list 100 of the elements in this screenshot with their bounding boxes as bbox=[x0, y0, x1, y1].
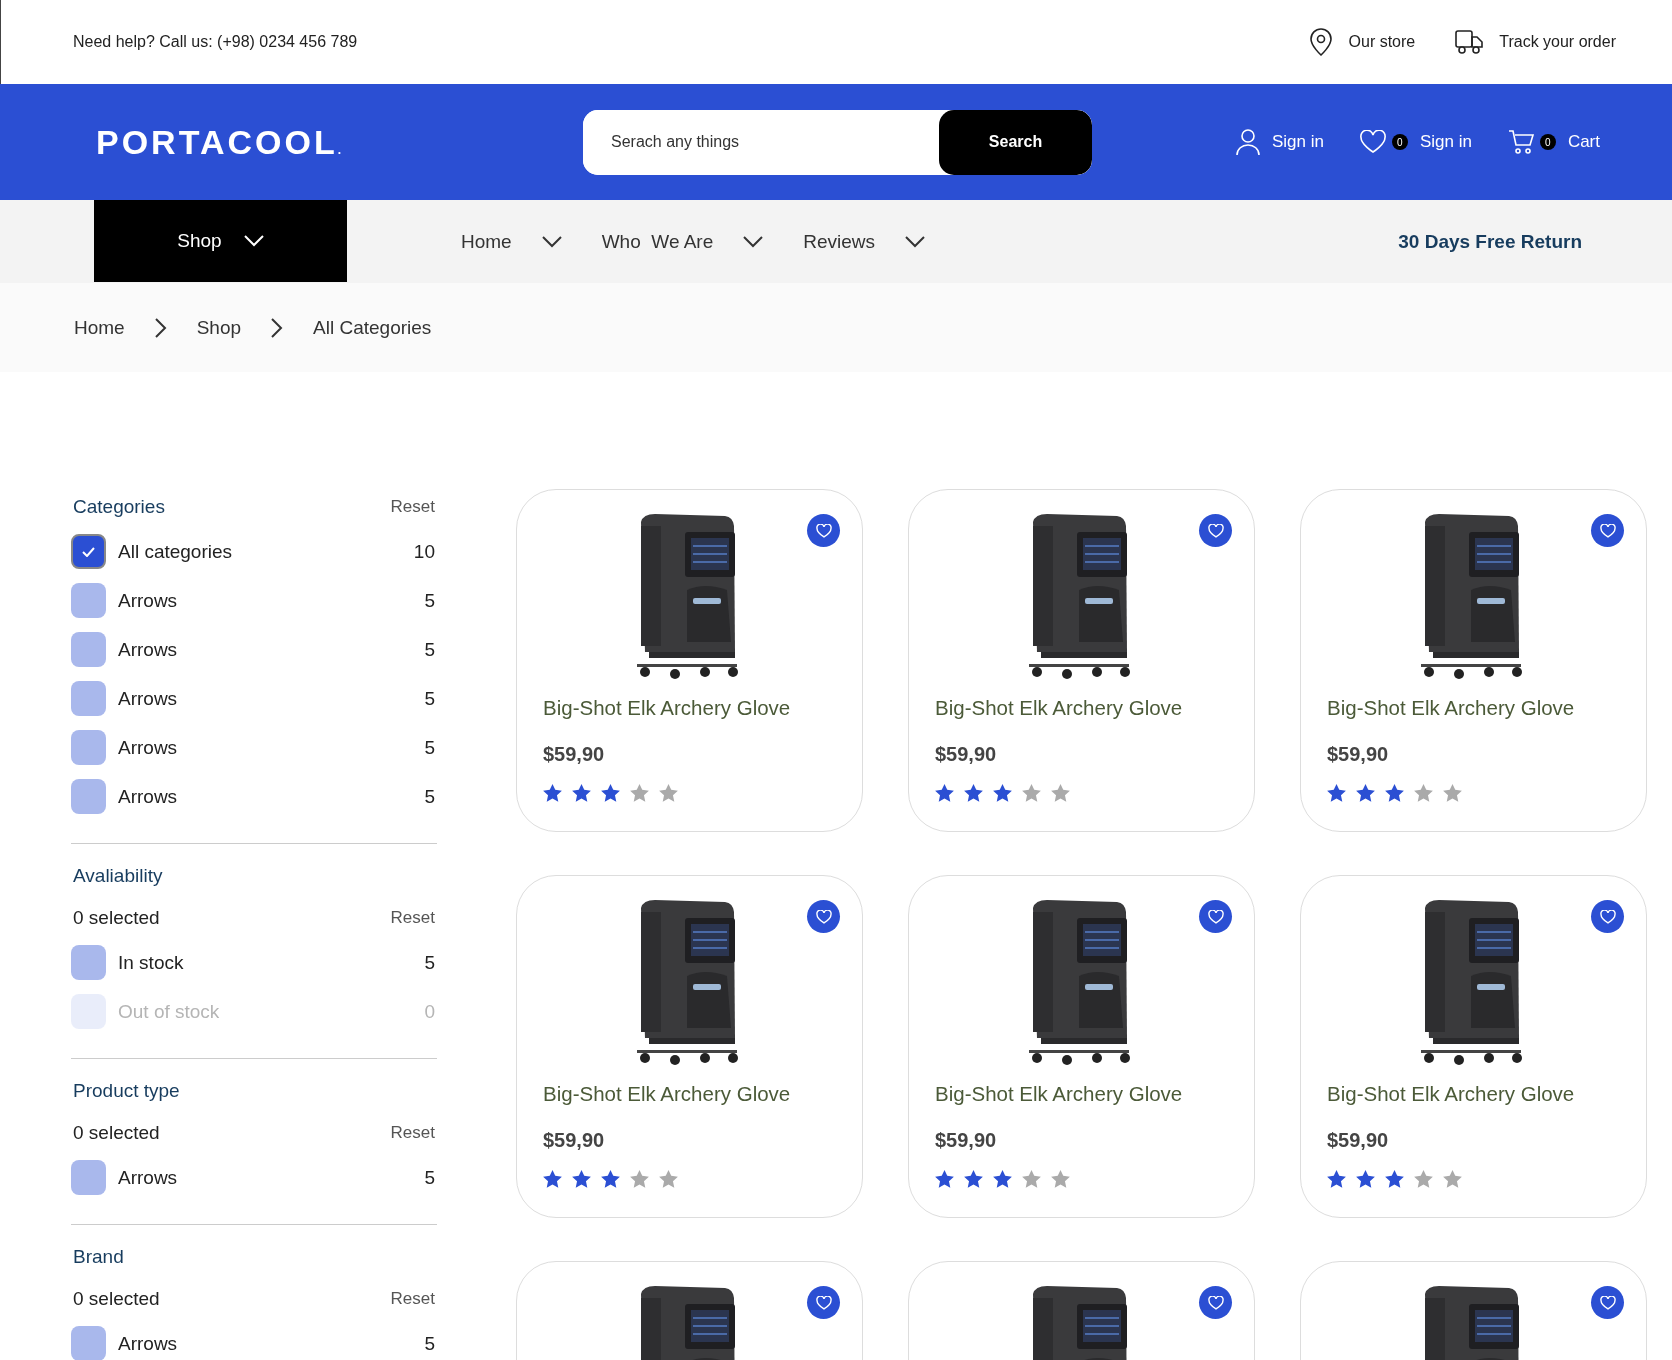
filter-option-label: Arrows bbox=[118, 687, 179, 710]
heart-icon bbox=[815, 1295, 832, 1310]
checkbox[interactable] bbox=[71, 681, 106, 716]
star-icon bbox=[935, 784, 954, 802]
product-card[interactable]: Big-Shot Elk Archery Glove $59,90 bbox=[1300, 875, 1647, 1218]
product-title[interactable]: Big-Shot Elk Archery Glove bbox=[935, 696, 1228, 720]
star-icon bbox=[630, 784, 649, 802]
reset-link[interactable]: Reset bbox=[390, 908, 435, 928]
nav-menu-item[interactable]: Who We Are bbox=[601, 230, 764, 253]
checkbox[interactable] bbox=[71, 1160, 106, 1195]
star-icon bbox=[935, 1170, 954, 1188]
filter-heading: Categories bbox=[73, 496, 165, 518]
heart-icon bbox=[1599, 909, 1616, 924]
heart-icon bbox=[1207, 523, 1224, 538]
header-action-link[interactable]: 0 Cart bbox=[1507, 129, 1600, 155]
search-bar[interactable]: Serach any things Search bbox=[583, 109, 1092, 175]
reset-link[interactable]: Reset bbox=[390, 1289, 435, 1309]
star-icon bbox=[572, 1170, 591, 1188]
filter-option-count: 5 bbox=[424, 687, 436, 710]
header-action-link[interactable]: 0 Sign in bbox=[1359, 130, 1472, 154]
filter-option-count: 5 bbox=[424, 736, 436, 759]
wishlist-button[interactable] bbox=[1591, 1286, 1624, 1319]
checkbox[interactable] bbox=[71, 583, 106, 618]
chevron-right-icon bbox=[271, 317, 284, 338]
heart-icon bbox=[1207, 1295, 1224, 1310]
filter-heading: Product type bbox=[73, 1080, 180, 1102]
star-icon bbox=[1356, 784, 1375, 802]
star-icon bbox=[659, 1170, 678, 1188]
reset-link[interactable]: Reset bbox=[390, 1123, 435, 1143]
top-link[interactable]: Track your order bbox=[1455, 29, 1616, 55]
chevron-down-icon bbox=[541, 235, 562, 248]
chevron-down-icon bbox=[243, 235, 264, 247]
wishlist-button[interactable] bbox=[1591, 900, 1624, 933]
product-card[interactable]: Big-Shot Elk Archery Glove $59,90 bbox=[516, 875, 863, 1218]
star-icon bbox=[1385, 784, 1404, 802]
product-price: $59,90 bbox=[935, 743, 998, 766]
product-card[interactable]: Big-Shot Elk Archery Glove $59,90 bbox=[1300, 489, 1647, 832]
wishlist-button[interactable] bbox=[1199, 900, 1232, 933]
checkbox[interactable] bbox=[71, 730, 106, 765]
star-icon bbox=[601, 1170, 620, 1188]
product-title[interactable]: Big-Shot Elk Archery Glove bbox=[935, 1082, 1228, 1106]
star-icon bbox=[1051, 784, 1070, 802]
search-button[interactable]: Search bbox=[939, 109, 1092, 175]
star-icon bbox=[630, 1170, 649, 1188]
wishlist-button[interactable] bbox=[807, 514, 840, 547]
product-title[interactable]: Big-Shot Elk Archery Glove bbox=[543, 696, 836, 720]
product-price: $59,90 bbox=[935, 1129, 998, 1152]
wishlist-button[interactable] bbox=[1591, 514, 1624, 547]
star-icon bbox=[1443, 1170, 1462, 1188]
product-price: $59,90 bbox=[543, 743, 606, 766]
filter-option-count: 5 bbox=[424, 1332, 436, 1355]
checkbox[interactable] bbox=[71, 534, 106, 569]
reset-link[interactable]: Reset bbox=[390, 497, 435, 517]
wishlist-button[interactable] bbox=[807, 1286, 840, 1319]
star-icon bbox=[993, 784, 1012, 802]
breadcrumb-link[interactable]: Home bbox=[74, 316, 125, 339]
star-icon bbox=[1022, 1170, 1041, 1188]
filter-option-label: In stock bbox=[118, 951, 185, 974]
selected-count-text: 0 selected bbox=[73, 1122, 160, 1144]
shop-menu-button[interactable]: Shop bbox=[94, 200, 347, 282]
product-card[interactable]: Big-Shot Elk Archery Glove $59,90 bbox=[908, 875, 1255, 1218]
filter-option-count: 5 bbox=[424, 785, 436, 808]
count-badge: 0 bbox=[1391, 134, 1408, 150]
top-link[interactable]: Our store bbox=[1308, 28, 1416, 56]
wishlist-button[interactable] bbox=[1199, 514, 1232, 547]
star-icon bbox=[1414, 784, 1433, 802]
star-icon bbox=[572, 784, 591, 802]
breadcrumb-link[interactable]: All Categories bbox=[313, 316, 432, 339]
star-icon bbox=[964, 784, 983, 802]
wishlist-button[interactable] bbox=[807, 900, 840, 933]
product-card[interactable]: Big-Shot Elk Archery Glove $59,90 bbox=[516, 489, 863, 832]
checkbox[interactable] bbox=[71, 632, 106, 667]
star-icon bbox=[1051, 1170, 1070, 1188]
truck-icon bbox=[1455, 29, 1484, 55]
breadcrumb-link[interactable]: Shop bbox=[196, 316, 242, 339]
chevron-down-icon bbox=[905, 235, 926, 248]
product-title[interactable]: Big-Shot Elk Archery Glove bbox=[543, 1082, 836, 1106]
nav-menu-item[interactable]: Home bbox=[461, 230, 562, 253]
wishlist-button[interactable] bbox=[1199, 1286, 1232, 1319]
chevron-down-icon bbox=[743, 235, 764, 248]
checkbox[interactable] bbox=[71, 779, 106, 814]
product-title[interactable]: Big-Shot Elk Archery Glove bbox=[1327, 1082, 1620, 1106]
filter-option-count: 0 bbox=[424, 1000, 436, 1023]
nav-menu-item[interactable]: Reviews bbox=[803, 230, 926, 253]
header-action-link[interactable]: Sign in bbox=[1235, 128, 1324, 156]
star-icon bbox=[1327, 1170, 1346, 1188]
product-price: $59,90 bbox=[543, 1129, 606, 1152]
filter-option-label: Arrows bbox=[118, 736, 179, 759]
filter-option-count: 5 bbox=[424, 1166, 436, 1189]
checkbox[interactable] bbox=[71, 1326, 106, 1360]
checkbox[interactable] bbox=[71, 945, 106, 980]
user-icon bbox=[1235, 128, 1260, 156]
star-icon bbox=[993, 1170, 1012, 1188]
filter-option-label: Arrows bbox=[118, 785, 179, 808]
product-title[interactable]: Big-Shot Elk Archery Glove bbox=[1327, 696, 1620, 720]
product-price: $59,90 bbox=[1327, 743, 1390, 766]
logo[interactable]: PORTACOOL. bbox=[96, 122, 583, 162]
product-card[interactable]: Big-Shot Elk Archery Glove $59,90 bbox=[908, 489, 1255, 832]
cart-icon bbox=[1507, 129, 1534, 155]
star-icon bbox=[1022, 784, 1041, 802]
